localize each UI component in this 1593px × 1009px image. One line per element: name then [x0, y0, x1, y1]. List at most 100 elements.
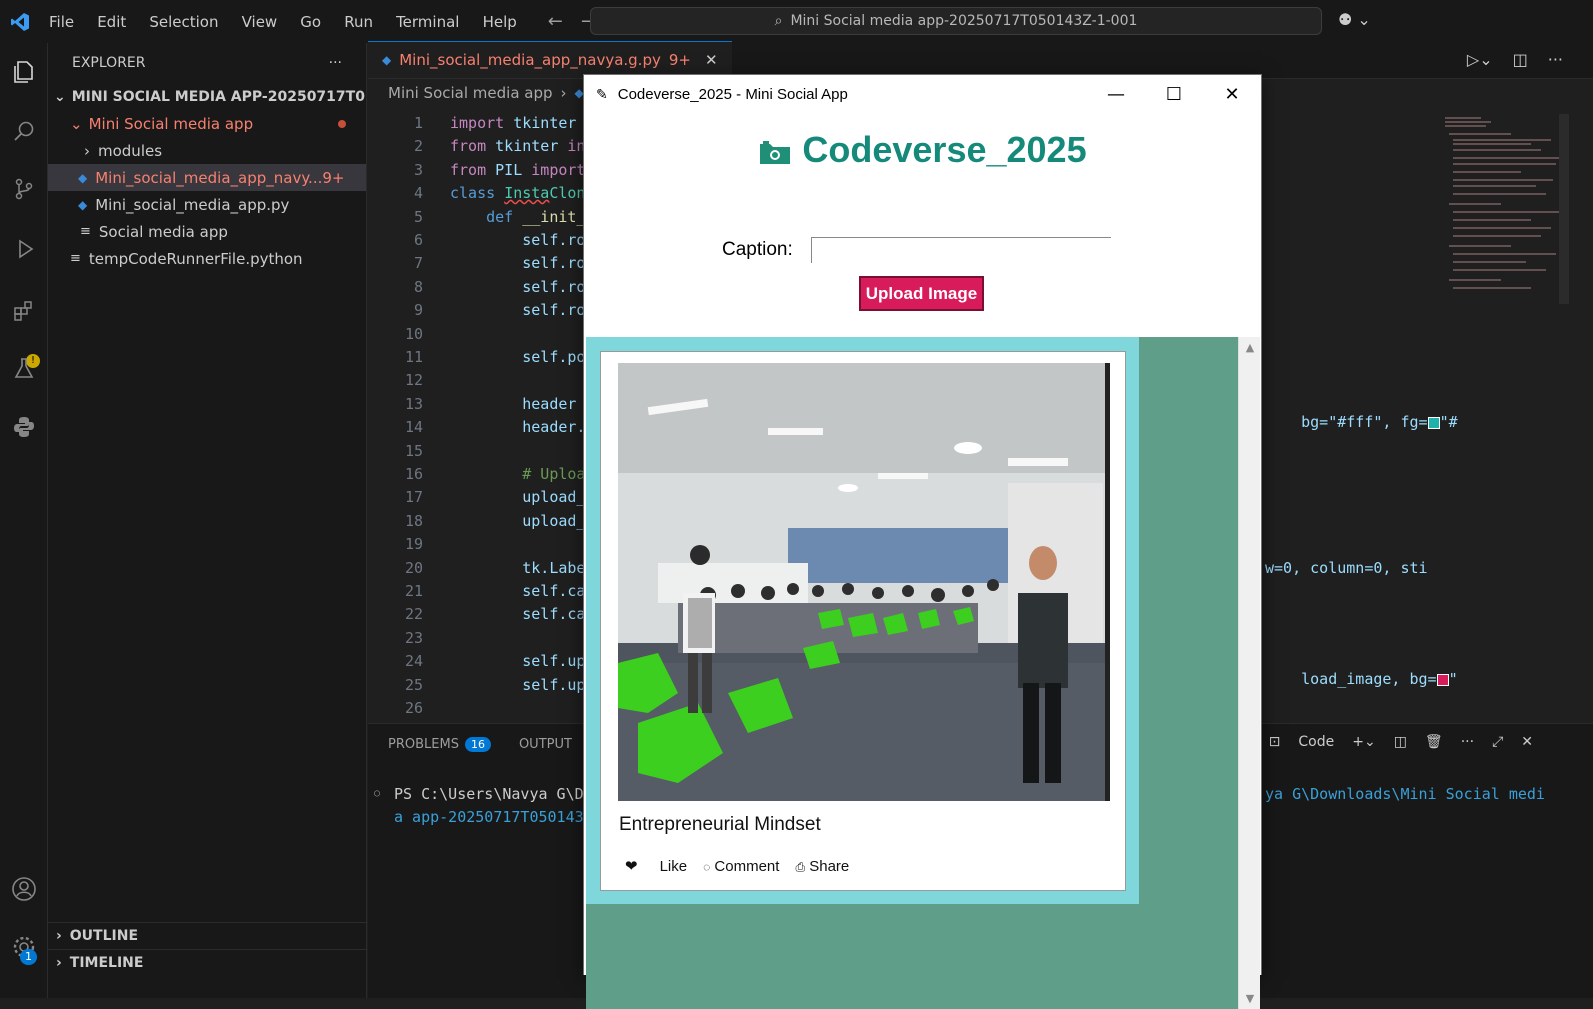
timeline-section[interactable]: › TIMELINE	[48, 949, 367, 976]
modified-dot-icon	[338, 119, 346, 128]
run-debug-icon[interactable]	[0, 225, 48, 273]
share-button[interactable]: ⎙ Share	[795, 858, 849, 875]
code-line: tk.Labe	[450, 559, 586, 577]
feed-canvas[interactable]: Entrepreneurial Mindset ❤ Like ◌ Comment…	[586, 337, 1238, 1009]
menu-bar: File Edit Selection View Go Run Terminal…	[40, 12, 526, 31]
line-number: 24	[404, 652, 423, 670]
like-button[interactable]: Like	[660, 858, 688, 875]
text-file-icon: ≡	[70, 251, 81, 266]
workspace-root[interactable]: ⌄ MINI SOCIAL MEDIA APP-20250717T05014..…	[48, 83, 366, 110]
chevron-right-icon: ›	[84, 141, 90, 160]
run-file-icon[interactable]: ▷⌄	[1467, 50, 1493, 69]
terminal-prompt-icon: ○	[374, 788, 381, 799]
tab-problems[interactable]: PROBLEMS 16	[388, 736, 491, 752]
explorer-icon[interactable]	[0, 48, 48, 96]
comment-label: Comment	[714, 857, 780, 875]
line-number: 22	[404, 605, 423, 623]
app-header: Codeverse_2025	[584, 129, 1261, 171]
post-card: Entrepreneurial Mindset ❤ Like ◌ Comment…	[600, 351, 1126, 891]
code-fragment-text: "	[1448, 670, 1458, 688]
terminal-icon: ⊡	[1268, 734, 1281, 750]
command-center-search[interactable]: ⌕ Mini Social media app-20250717T050143Z…	[590, 7, 1322, 35]
panel-more-icon[interactable]: ···	[1461, 734, 1474, 750]
new-terminal-icon[interactable]: +⌄	[1352, 734, 1375, 750]
code-line: def __init_	[486, 208, 586, 226]
menu-go[interactable]: Go	[300, 13, 321, 31]
line-number: 3	[413, 161, 423, 179]
menu-view[interactable]: View	[242, 13, 278, 31]
editor-more-icon[interactable]: ···	[1548, 50, 1563, 69]
line-number: 10	[404, 325, 423, 343]
code-line: # Uploa	[522, 465, 586, 483]
menu-edit[interactable]: Edit	[97, 13, 126, 31]
maximize-icon[interactable]: ☐	[1145, 75, 1203, 113]
terminal-name[interactable]: Code	[1298, 734, 1334, 750]
terminal-line: PS C:\Users\Navya G\Do	[394, 785, 593, 803]
back-arrow-icon[interactable]: ←	[548, 11, 563, 32]
outline-label: OUTLINE	[69, 928, 139, 944]
tab-problems-badge: 9+	[668, 51, 691, 69]
code-fragment-text: load_image, bg=	[1301, 670, 1437, 688]
menu-help[interactable]: Help	[483, 13, 517, 31]
post-container: Entrepreneurial Mindset ❤ Like ◌ Comment…	[586, 337, 1139, 904]
outline-section[interactable]: › OUTLINE	[48, 922, 367, 949]
line-number: 17	[404, 488, 423, 506]
source-control-icon[interactable]	[0, 165, 48, 213]
scroll-up-icon[interactable]: ▲	[1239, 341, 1261, 354]
file-temp-code-runner[interactable]: ≡ tempCodeRunnerFile.python	[48, 245, 366, 272]
code-line: import tkinter	[450, 114, 577, 132]
caption-input[interactable]	[811, 237, 1111, 263]
folder-mini-social-media-app[interactable]: ⌄ Mini Social media app	[48, 110, 366, 137]
more-actions-icon[interactable]: ···	[329, 55, 342, 71]
copilot-icon[interactable]: ⚉ ⌄	[1338, 10, 1371, 29]
file-navya-label: Mini_social_media_app_navy...	[95, 168, 323, 187]
problems-count-badge: 9+	[322, 168, 345, 187]
maximize-panel-icon[interactable]: ⤢	[1492, 734, 1503, 750]
minimap[interactable]	[1441, 114, 1581, 304]
file-social-media-app[interactable]: ≡ Social media app	[48, 218, 366, 245]
python-file-icon: ◆	[78, 197, 88, 212]
upload-image-button[interactable]: Upload Image	[859, 276, 984, 311]
account-icon[interactable]	[0, 865, 48, 913]
scroll-down-icon[interactable]: ▼	[1239, 992, 1261, 1005]
line-number: 20	[404, 559, 423, 577]
code-line: header.	[450, 418, 586, 436]
explorer-sidebar: EXPLORER ··· ⌄ MINI SOCIAL MEDIA APP-202…	[48, 43, 367, 998]
color-swatch-icon	[1427, 416, 1440, 429]
menu-file[interactable]: File	[49, 13, 74, 31]
folder-modules[interactable]: › modules	[48, 137, 366, 164]
tab-output[interactable]: OUTPUT	[519, 737, 572, 752]
menu-selection[interactable]: Selection	[149, 13, 218, 31]
color-swatch-icon	[1436, 673, 1449, 686]
split-editor-icon[interactable]: ◫	[1513, 50, 1528, 69]
close-panel-icon[interactable]: ✕	[1521, 734, 1533, 750]
feed-scrollbar[interactable]: ▲ ▼	[1238, 337, 1260, 1009]
comment-button[interactable]: ◌ Comment	[703, 858, 779, 875]
code-fragment-l13: bg="#fff", fg= "#	[1265, 395, 1458, 449]
minimize-icon[interactable]: —	[1087, 75, 1145, 113]
explorer-title: EXPLORER	[72, 55, 146, 71]
workspace-root-label: MINI SOCIAL MEDIA APP-20250717T05014...	[71, 88, 366, 105]
code-fragment-l24: load_image, bg= "	[1265, 652, 1458, 706]
split-terminal-icon[interactable]: ◫	[1394, 734, 1407, 750]
file-mini-social-py[interactable]: ◆ Mini_social_media_app.py	[48, 191, 366, 218]
kill-terminal-icon[interactable]: 🗑	[1425, 734, 1443, 750]
code-fragment-text: bg="#fff", fg=	[1301, 413, 1428, 431]
testing-icon[interactable]	[0, 344, 48, 392]
menu-run[interactable]: Run	[344, 13, 373, 31]
search-icon: ⌕	[774, 13, 783, 29]
editor-tab[interactable]: ◆ Mini_social_media_app_navya.g.py 9+ ✕	[368, 41, 732, 78]
file-navya-py[interactable]: ◆ Mini_social_media_app_navy... 9+	[48, 164, 366, 191]
close-icon[interactable]: ✕	[1203, 75, 1261, 113]
line-number: 2	[413, 137, 423, 155]
extensions-icon[interactable]	[0, 287, 48, 335]
heart-icon[interactable]: ❤	[625, 857, 638, 875]
python-icon[interactable]	[0, 403, 48, 451]
breadcrumb-folder[interactable]: Mini Social media app	[388, 84, 553, 102]
code-line: from tkinter in	[450, 137, 586, 155]
close-tab-icon[interactable]: ✕	[705, 51, 718, 69]
code-fragment-l20: w=0, column=0, sti	[1265, 559, 1428, 577]
chevron-down-icon: ⌄	[54, 88, 66, 105]
menu-terminal[interactable]: Terminal	[396, 13, 459, 31]
search-sidebar-icon[interactable]	[0, 107, 48, 155]
